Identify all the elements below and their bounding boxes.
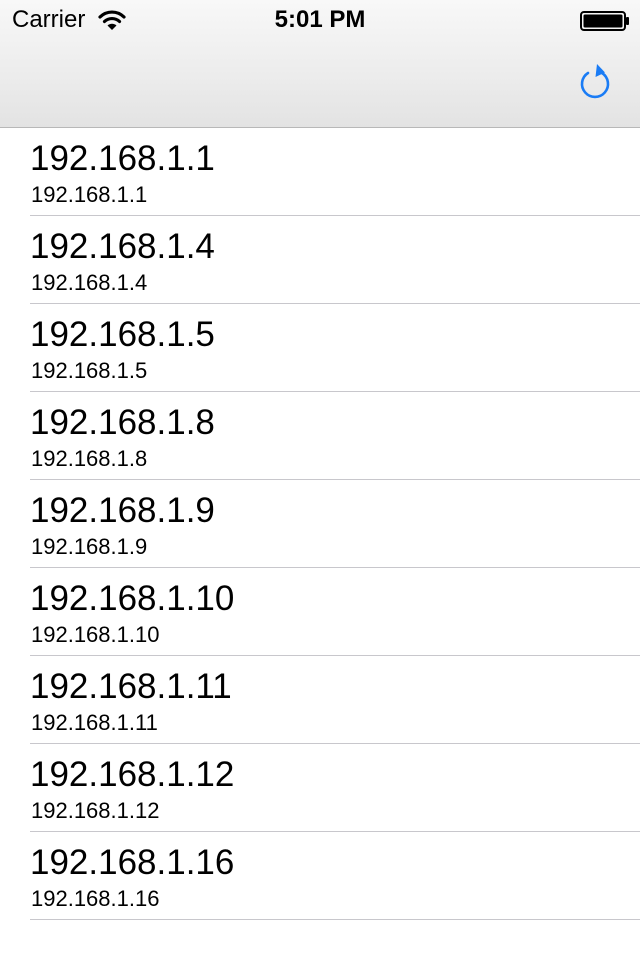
host-title: 192.168.1.5 <box>30 315 215 354</box>
host-subtitle: 192.168.1.10 <box>31 622 160 647</box>
host-row[interactable]: 192.168.1.5 192.168.1.5 <box>0 304 640 392</box>
host-subtitle: 192.168.1.9 <box>31 534 148 559</box>
host-title: 192.168.1.10 <box>30 579 235 618</box>
host-title: 192.168.1.8 <box>30 403 215 442</box>
host-row[interactable]: 192.168.1.8 192.168.1.8 <box>0 392 640 480</box>
host-subtitle: 192.168.1.1 <box>31 182 148 207</box>
host-list: 192.168.1.1 192.168.1.1 192.168.1.4 192.… <box>0 128 640 920</box>
host-row[interactable]: 192.168.1.16 192.168.1.16 <box>0 832 640 920</box>
host-title: 192.168.1.4 <box>30 227 215 266</box>
host-title: 192.168.1.9 <box>30 491 215 530</box>
host-row[interactable]: 192.168.1.10 192.168.1.10 <box>0 568 640 656</box>
status-bar: Carrier 5:01 PM <box>0 0 640 40</box>
host-subtitle: 192.168.1.4 <box>31 270 148 295</box>
navigation-bar: Carrier 5:01 PM <box>0 0 640 128</box>
host-subtitle: 192.168.1.16 <box>31 886 160 911</box>
host-subtitle: 192.168.1.12 <box>31 798 160 823</box>
status-time: 5:01 PM <box>274 6 366 33</box>
host-row[interactable]: 192.168.1.12 192.168.1.12 <box>0 744 640 832</box>
host-row[interactable]: 192.168.1.11 192.168.1.11 <box>0 656 640 744</box>
host-title: 192.168.1.16 <box>30 843 235 882</box>
refresh-button[interactable] <box>572 60 618 106</box>
host-subtitle: 192.168.1.5 <box>31 358 148 383</box>
host-title: 192.168.1.1 <box>30 139 215 178</box>
host-subtitle: 192.168.1.8 <box>31 446 148 471</box>
host-subtitle: 192.168.1.11 <box>31 710 158 735</box>
battery-icon <box>580 11 629 31</box>
host-row[interactable]: 192.168.1.4 192.168.1.4 <box>0 216 640 304</box>
host-title: 192.168.1.12 <box>30 755 235 794</box>
host-row[interactable]: 192.168.1.9 192.168.1.9 <box>0 480 640 568</box>
refresh-icon <box>580 64 610 99</box>
screen: Carrier 5:01 PM 192.168.1.1 192.168.1.1 <box>0 0 640 960</box>
host-row[interactable]: 192.168.1.1 192.168.1.1 <box>0 128 640 216</box>
host-title: 192.168.1.11 <box>30 667 232 706</box>
